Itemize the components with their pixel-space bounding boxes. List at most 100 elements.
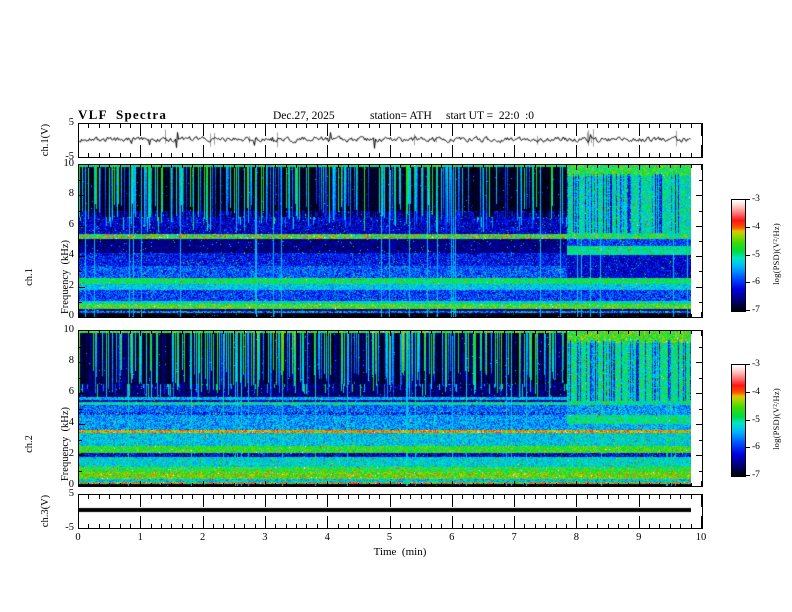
x-tick-mark: [618, 165, 619, 168]
x-tick-mark: [545, 331, 546, 334]
x-tick-mark: [244, 314, 245, 317]
x-tick-mark: [120, 483, 121, 486]
x-tick-mark: [358, 124, 359, 128]
x-tick-mark: [452, 165, 453, 170]
x-tick-mark: [120, 314, 121, 317]
x-tick-mark: [234, 165, 235, 168]
x-tick-mark: [171, 495, 172, 499]
plot-station: station= ATH: [370, 110, 432, 122]
x-tick-mark: [327, 312, 328, 317]
x-tick-mark: [390, 481, 391, 486]
x-tick-mark: [441, 495, 442, 499]
x-tick-mark: [680, 153, 681, 157]
x-tick-mark: [483, 495, 484, 499]
x-tick-mark: [390, 312, 391, 317]
x-tick-mark: [504, 331, 505, 334]
x-tick-mark: [192, 483, 193, 486]
x-tick-mark: [493, 495, 494, 499]
x-tick-mark: [473, 165, 474, 168]
x-tick-mark: [151, 153, 152, 157]
x-tick-mark: [338, 165, 339, 168]
colorbar-tick-label: -6: [752, 277, 760, 287]
x-tick-mark: [659, 165, 660, 168]
x-tick-mark: [670, 124, 671, 128]
x-tick-mark: [192, 165, 193, 168]
x-tick-mark: [556, 483, 557, 486]
colorbar-tick-mark: [746, 420, 750, 421]
x-tick-mark: [587, 314, 588, 317]
x-tick-mark: [504, 165, 505, 168]
x-tick-mark: [649, 331, 650, 334]
x-tick-mark: [182, 153, 183, 157]
x-tick-mark: [306, 331, 307, 334]
x-tick-mark: [255, 124, 256, 128]
x-tick-mark: [338, 331, 339, 334]
x-tick-mark: [244, 331, 245, 334]
x-tick-mark: [691, 165, 692, 168]
x-tick-mark: [358, 314, 359, 317]
x-tick-mark: [452, 312, 453, 317]
x-tick-mark: [431, 331, 432, 334]
x-tick-mark: [192, 124, 193, 128]
x-tick-mark: [379, 524, 380, 528]
x-tick-mark: [400, 331, 401, 334]
freq-tick-mark: [79, 440, 82, 441]
x-tick-mark: [151, 483, 152, 486]
x-tick-mark: [473, 153, 474, 157]
x-tick-mark: [182, 495, 183, 499]
x-tick-mark: [99, 483, 100, 486]
x-tick-mark: [493, 524, 494, 528]
x-tick-mark: [597, 153, 598, 157]
colorbar-tick-mark: [746, 282, 750, 283]
x-tick-mark: [576, 165, 577, 170]
x-tick-mark: [109, 314, 110, 317]
x-tick-mark: [109, 524, 110, 528]
time-axis-label: Time (min): [373, 546, 427, 558]
volt-tick-label: -5: [65, 522, 74, 533]
x-tick-mark: [608, 153, 609, 157]
x-tick-mark: [701, 145, 702, 157]
x-tick-mark: [306, 495, 307, 499]
panel-ch1-spectrogram: [78, 164, 703, 318]
x-tick-mark: [223, 495, 224, 499]
x-tick-mark: [545, 124, 546, 128]
x-tick-mark: [608, 331, 609, 334]
x-tick-mark: [379, 331, 380, 334]
x-tick-mark: [192, 153, 193, 157]
x-tick-mark: [192, 495, 193, 499]
x-tick-mark: [566, 124, 567, 128]
ch2-spectrogram: [79, 331, 691, 486]
x-tick-mark: [514, 481, 515, 486]
freq-tick-mark: [79, 226, 85, 227]
colorbar-ch1-gradient: [732, 200, 745, 311]
colorbar-tick-label: -5: [752, 415, 760, 425]
x-tick-mark: [649, 165, 650, 168]
x-tick-mark: [628, 331, 629, 334]
x-tick-mark: [255, 524, 256, 528]
x-tick-mark: [410, 124, 411, 128]
freq-tick-mark: [699, 241, 702, 242]
x-tick-mark: [379, 165, 380, 168]
x-tick-mark: [390, 145, 391, 157]
x-tick-mark: [441, 524, 442, 528]
x-tick-mark: [255, 165, 256, 168]
x-tick-mark: [265, 331, 266, 336]
x-tick-mark: [493, 314, 494, 317]
x-tick-mark: [296, 524, 297, 528]
x-tick-mark: [597, 124, 598, 128]
x-tick-mark: [120, 524, 121, 528]
colorbar-tick-mark: [746, 447, 750, 448]
x-tick-mark: [628, 314, 629, 317]
x-tick-mark: [348, 495, 349, 499]
x-tick-mark: [493, 483, 494, 486]
x-tick-mark: [306, 124, 307, 128]
x-tick-mark: [576, 481, 577, 486]
freq-tick-mark: [79, 409, 82, 410]
x-tick-mark: [473, 314, 474, 317]
x-tick-mark: [483, 124, 484, 128]
x-tick-mark: [140, 312, 141, 317]
x-tick-mark: [556, 524, 557, 528]
x-tick-mark: [140, 145, 141, 157]
x-tick-mark: [265, 145, 266, 157]
x-tick-mark: [109, 331, 110, 334]
